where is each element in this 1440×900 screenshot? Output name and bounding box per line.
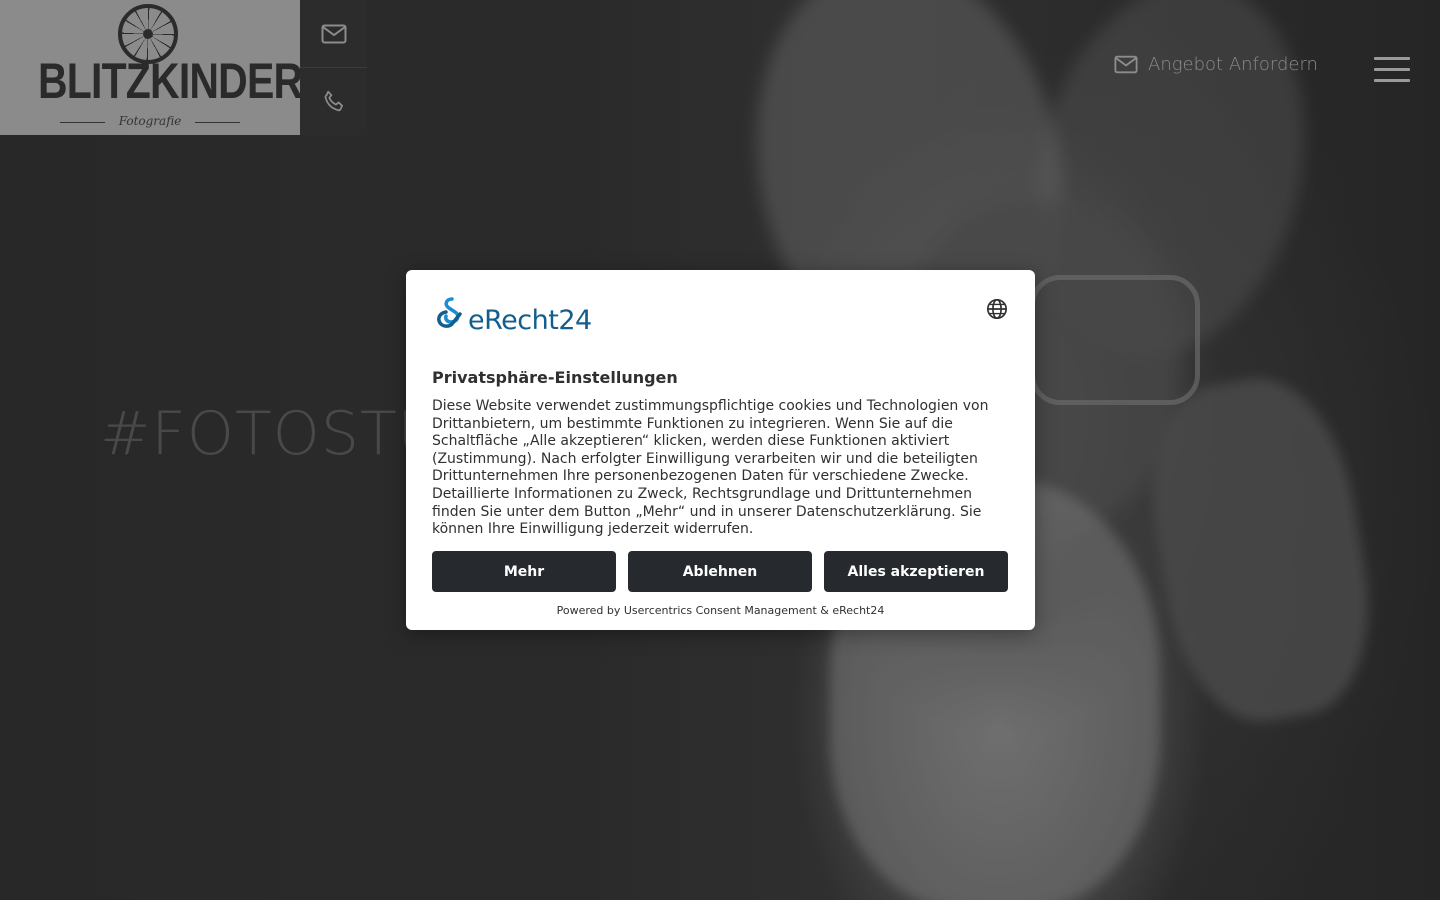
erecht24-logo: eRecht24 xyxy=(432,296,592,334)
erecht24-mark-icon xyxy=(437,297,462,328)
consent-footer: Powered by Usercentrics Consent Manageme… xyxy=(556,604,885,617)
more-button[interactable]: Mehr xyxy=(432,551,616,592)
erecht24-logo-text: eRecht24 xyxy=(468,305,592,336)
email-button[interactable] xyxy=(300,0,367,67)
logo-text: BLITZKINDER xyxy=(38,53,303,109)
consent-dialog: eRecht24 Privatsphäre-Einstellungen Dies… xyxy=(406,270,1035,630)
consent-title: Privatsphäre-Einstellungen xyxy=(432,368,678,387)
phone-icon xyxy=(324,90,343,111)
envelope-icon xyxy=(321,24,346,43)
hamburger-icon[interactable] xyxy=(1374,57,1410,83)
phone-button[interactable] xyxy=(300,67,367,135)
offer-request-label: Angebot Anfordern xyxy=(1148,54,1318,75)
decline-button[interactable]: Ablehnen xyxy=(628,551,812,592)
envelope-icon xyxy=(1114,55,1138,74)
offer-request-link[interactable]: Angebot Anfordern xyxy=(1114,54,1318,75)
consent-text: Diese Website verwendet zustimmungspflic… xyxy=(432,398,989,538)
contact-strip xyxy=(300,0,367,135)
accept-all-button[interactable]: Alles akzeptieren xyxy=(824,551,1008,592)
logo-subtitle: Fotografie xyxy=(60,114,240,128)
consent-actions: Mehr Ablehnen Alles akzeptieren xyxy=(432,551,1008,592)
site-logo[interactable]: BLITZKINDER Fotografie xyxy=(0,0,303,135)
globe-icon[interactable] xyxy=(986,298,1008,320)
